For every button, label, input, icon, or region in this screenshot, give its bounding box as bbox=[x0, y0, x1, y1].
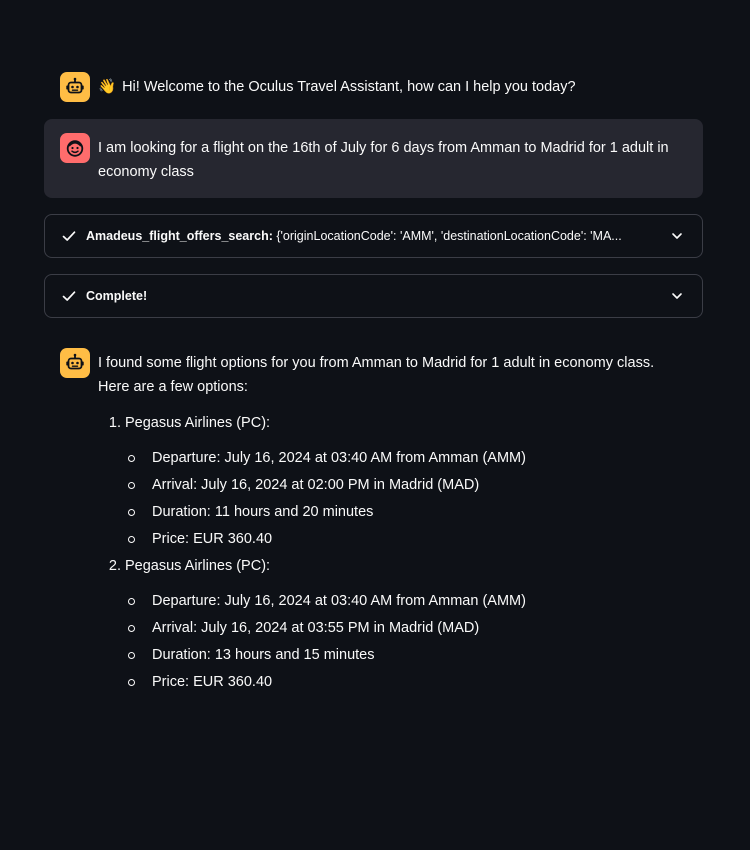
welcome-message: Hi! Welcome to the Oculus Travel Assista… bbox=[122, 79, 576, 95]
flight-options-list: Pegasus Airlines (PC): Departure: July 1… bbox=[98, 411, 687, 694]
user-message: I am looking for a flight on the 16th of… bbox=[44, 119, 703, 198]
flight-option-details: Departure: July 16, 2024 at 03:40 AM fro… bbox=[125, 589, 687, 694]
flight-detail-price: Price: EUR 360.40 bbox=[125, 670, 687, 694]
bot-avatar bbox=[60, 348, 90, 378]
assistant-message-response: I found some flight options for you from… bbox=[44, 344, 703, 701]
tool-args: {'originLocationCode': 'AMM', 'destinati… bbox=[276, 229, 622, 243]
tool-name: Amadeus_flight_offers_search: bbox=[86, 229, 273, 243]
robot-face-icon bbox=[66, 77, 84, 94]
tool-call-label: Amadeus_flight_offers_search: {'originLo… bbox=[86, 229, 670, 243]
welcome-text: 👋 Hi! Welcome to the Oculus Travel Assist… bbox=[98, 72, 576, 99]
flight-detail-arrival: Arrival: July 16, 2024 at 03:55 PM in Ma… bbox=[125, 616, 687, 640]
response-body: I found some flight options for you from… bbox=[98, 348, 687, 697]
flight-option-title: Pegasus Airlines (PC): bbox=[125, 415, 271, 431]
flight-detail-duration: Duration: 13 hours and 15 minutes bbox=[125, 643, 687, 667]
smiley-face-icon bbox=[66, 140, 84, 157]
check-icon bbox=[62, 231, 76, 241]
flight-option-title: Pegasus Airlines (PC): bbox=[125, 558, 271, 574]
robot-face-icon bbox=[66, 353, 84, 370]
waving-hand-icon: 👋 bbox=[98, 79, 117, 95]
flight-option: Pegasus Airlines (PC): Departure: July 1… bbox=[125, 411, 687, 551]
assistant-message-welcome: 👋 Hi! Welcome to the Oculus Travel Assist… bbox=[44, 68, 703, 106]
response-intro: I found some flight options for you from… bbox=[98, 355, 655, 395]
chevron-down-icon[interactable] bbox=[670, 289, 684, 303]
user-avatar bbox=[60, 133, 90, 163]
status-label: Complete! bbox=[86, 289, 670, 303]
flight-option-details: Departure: July 16, 2024 at 03:40 AM fro… bbox=[125, 446, 687, 551]
status-text: Complete! bbox=[86, 289, 148, 303]
check-icon bbox=[62, 291, 76, 301]
flight-detail-price: Price: EUR 360.40 bbox=[125, 527, 687, 551]
flight-detail-arrival: Arrival: July 16, 2024 at 02:00 PM in Ma… bbox=[125, 473, 687, 497]
flight-option: Pegasus Airlines (PC): Departure: July 1… bbox=[125, 554, 687, 694]
chat-container: 👋 Hi! Welcome to the Oculus Travel Assist… bbox=[44, 68, 703, 701]
flight-detail-duration: Duration: 11 hours and 20 minutes bbox=[125, 500, 687, 524]
flight-detail-departure: Departure: July 16, 2024 at 03:40 AM fro… bbox=[125, 589, 687, 613]
bot-avatar bbox=[60, 72, 90, 102]
flight-detail-departure: Departure: July 16, 2024 at 03:40 AM fro… bbox=[125, 446, 687, 470]
user-message-text: I am looking for a flight on the 16th of… bbox=[98, 140, 669, 180]
tool-call-expander[interactable]: Amadeus_flight_offers_search: {'originLo… bbox=[44, 214, 703, 258]
chevron-down-icon[interactable] bbox=[670, 229, 684, 243]
status-expander[interactable]: Complete! bbox=[44, 274, 703, 318]
